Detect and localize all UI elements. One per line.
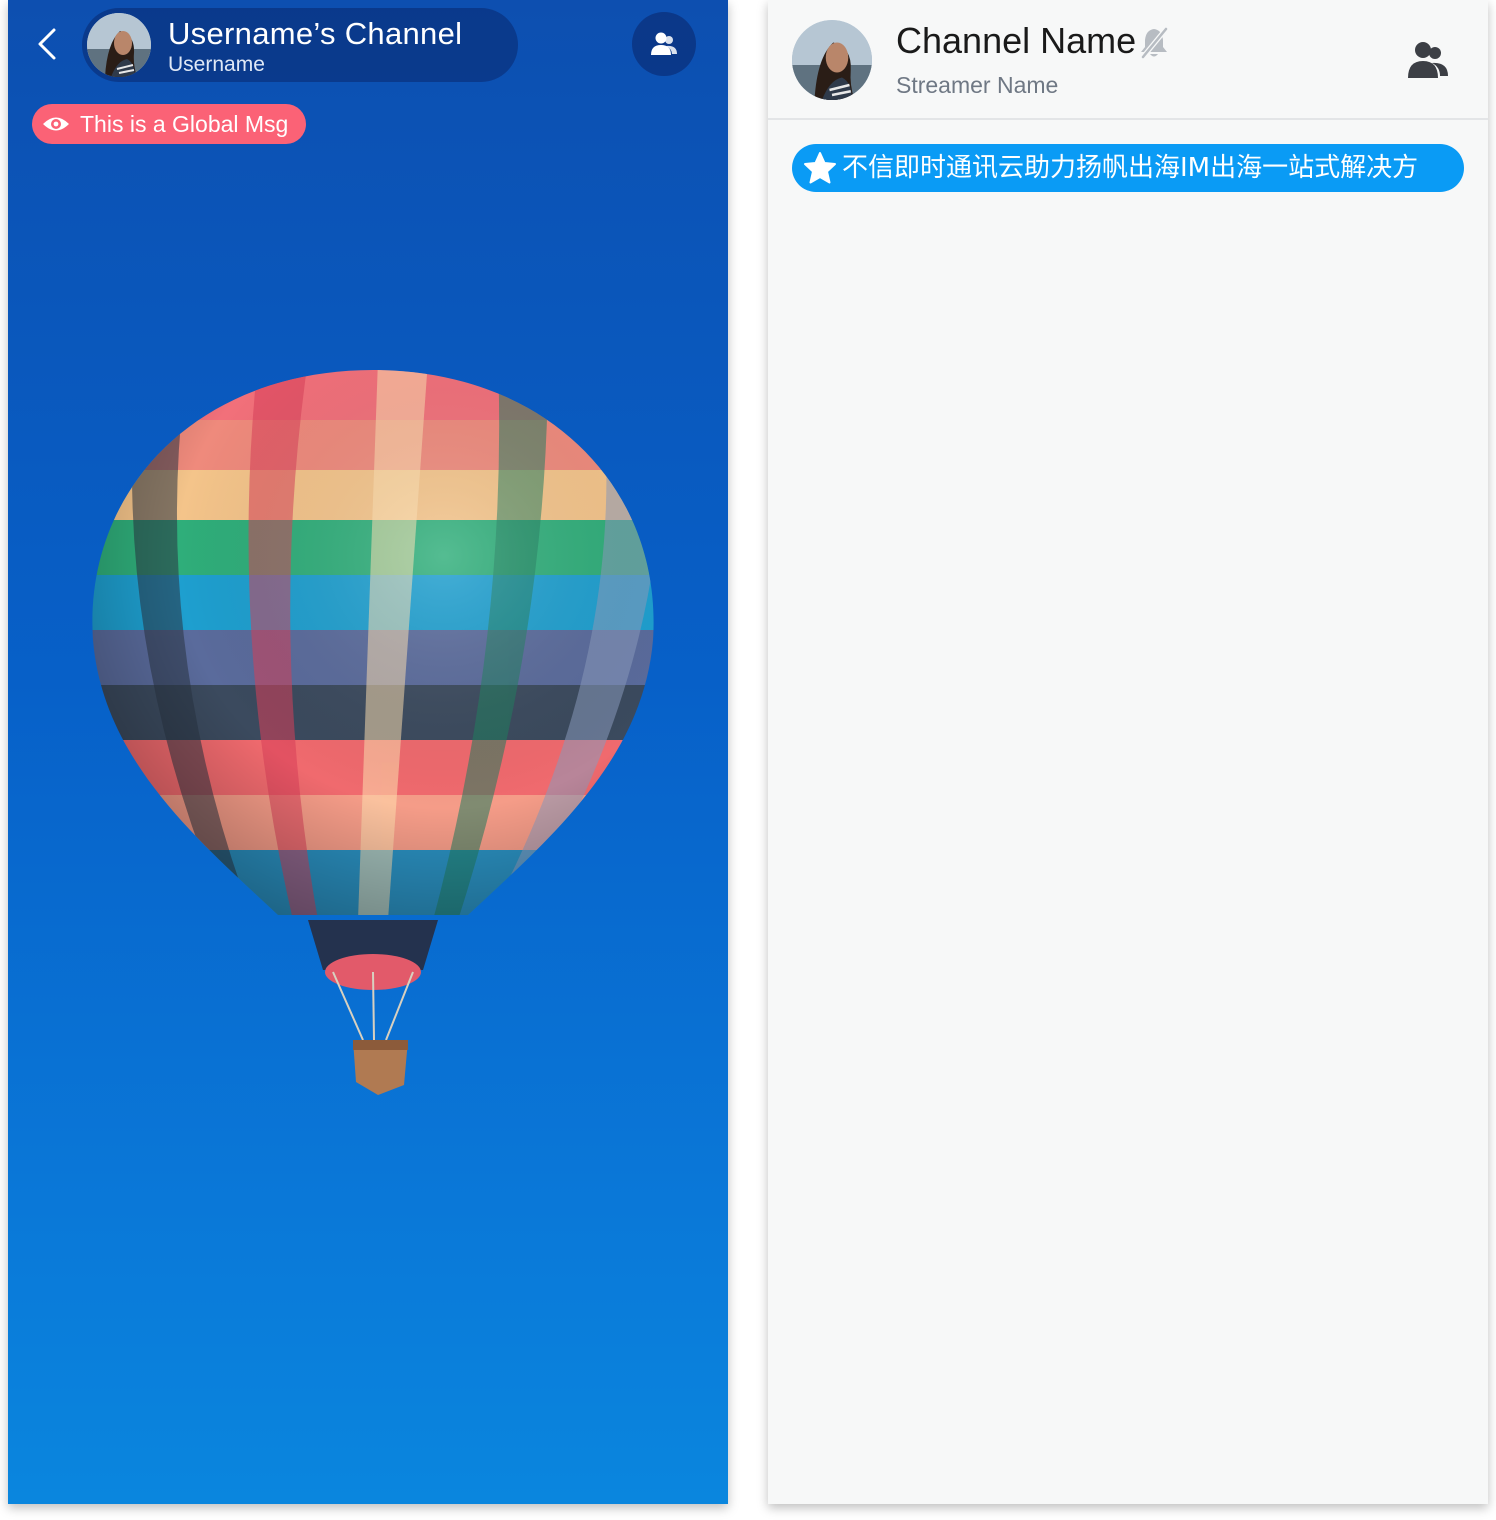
global-message-banner: This is a Global Msg bbox=[32, 104, 307, 144]
eye-icon bbox=[43, 117, 69, 131]
back-button[interactable] bbox=[30, 24, 66, 64]
chevron-left-icon bbox=[38, 28, 56, 60]
members-icon bbox=[651, 32, 677, 55]
star-icon bbox=[804, 152, 836, 184]
hot-air-balloon-image bbox=[78, 360, 668, 1110]
global-message-text: This is a Global Msg bbox=[80, 111, 289, 137]
bell-off-icon bbox=[1141, 27, 1168, 59]
channel-header[interactable]: Username’s Channel Username bbox=[82, 8, 518, 82]
members-button[interactable] bbox=[1406, 38, 1450, 82]
streamer-avatar[interactable] bbox=[792, 20, 872, 100]
notice-text: 不信即时通讯云助力扬帆出海IM出海一站式解决方 bbox=[842, 153, 1419, 183]
channel-username: Username bbox=[168, 53, 265, 76]
channel-screen: Channel Name Streamer Name 不信即时通讯云助力扬帆出海… bbox=[768, 0, 1488, 1504]
notice-banner: 不信即时通讯云助力扬帆出海IM出海一站式解决方 bbox=[792, 144, 1464, 192]
live-stream-screen: Username’s Channel Username This is a Gl… bbox=[8, 0, 728, 1504]
members-icon bbox=[1408, 42, 1448, 78]
streamer-name: Streamer Name bbox=[896, 72, 1059, 98]
members-button[interactable] bbox=[632, 12, 696, 76]
channel-name: Channel Name bbox=[896, 20, 1137, 61]
channel-header: Channel Name Streamer Name bbox=[768, 0, 1488, 120]
channel-title: Username’s Channel bbox=[168, 16, 463, 51]
avatar bbox=[87, 13, 151, 77]
